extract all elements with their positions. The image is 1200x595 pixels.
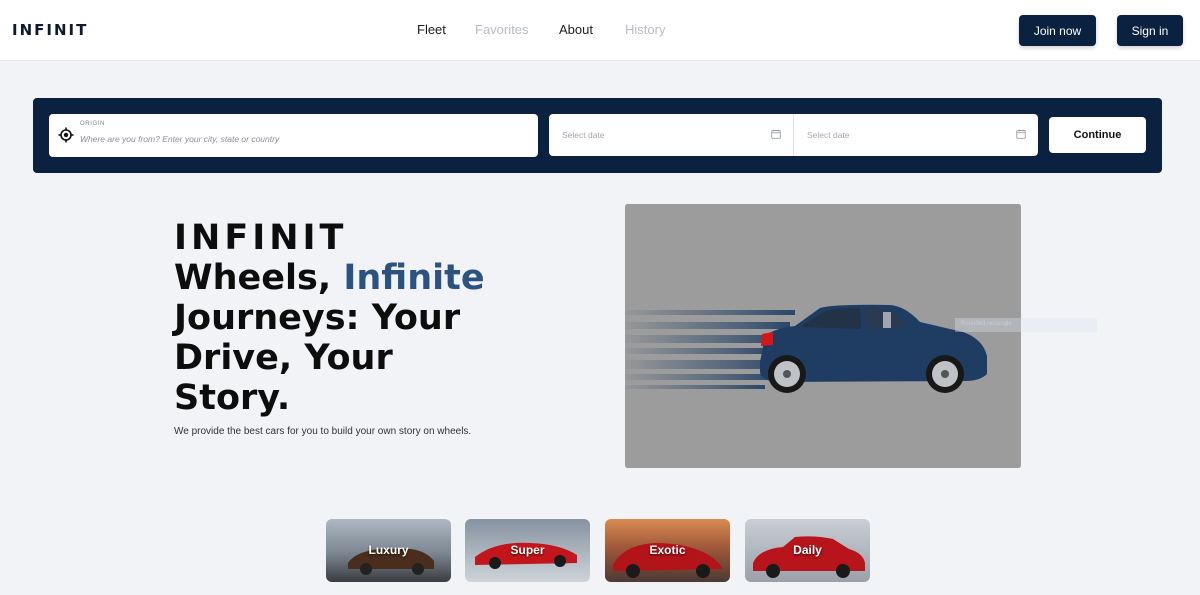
start-date-field[interactable]: Select date [549,114,793,156]
category-label: Daily [793,543,822,557]
sign-in-button[interactable]: Sign in [1117,15,1183,46]
booking-search-bar: ORIGIN Where are you from? Enter your ci… [33,98,1162,173]
origin-label: ORIGIN [80,121,105,127]
origin-input[interactable]: Where are you from? Enter your city, sta… [80,134,279,144]
nav-link-history[interactable]: History [625,22,665,37]
origin-field[interactable]: ORIGIN Where are you from? Enter your ci… [49,114,538,157]
category-label: Luxury [368,543,409,557]
hero-car-image [625,204,1021,468]
category-card-luxury[interactable]: Luxury [326,519,451,582]
category-card-daily[interactable]: Daily [745,519,870,582]
category-label: Super [510,543,545,557]
date-range-field: Select date Select date [549,114,1038,156]
hero-title-line: Wheels, [174,258,344,298]
hero-title-brand: INFINIT [174,218,348,258]
category-label: Exotic [649,543,686,557]
nav-link-fleet[interactable]: Fleet [417,22,446,37]
category-card-exotic[interactable]: Exotic [605,519,730,582]
start-date-input[interactable]: Select date [562,130,605,140]
nav-link-about[interactable]: About [559,22,593,37]
nav-link-favorites[interactable]: Favorites [475,22,528,37]
blue-car-illustration [625,204,1021,468]
ghost-shape-label: Rounded rectangle [955,318,1097,332]
top-nav: INFINIT Fleet Favorites About History Jo… [0,0,1200,61]
hero-title: INFINIT Wheels, Infinite Journeys: Your … [174,218,504,418]
continue-button[interactable]: Continue [1049,117,1146,153]
end-date-input[interactable]: Select date [807,130,850,140]
calendar-icon [1016,129,1026,139]
location-target-icon [58,127,74,143]
join-now-button[interactable]: Join now [1019,15,1096,46]
category-card-super[interactable]: Super [465,519,590,582]
end-date-field[interactable]: Select date [794,114,1038,156]
hero-title-accent: Infinite [343,258,485,298]
hero-subtitle: We provide the best cars for you to buil… [174,426,472,437]
category-cards: Luxury Super Exotic Daily [0,519,1200,582]
calendar-icon [771,129,781,139]
hero-title-rest: Journeys: Your Drive, Your Story. [174,298,461,418]
